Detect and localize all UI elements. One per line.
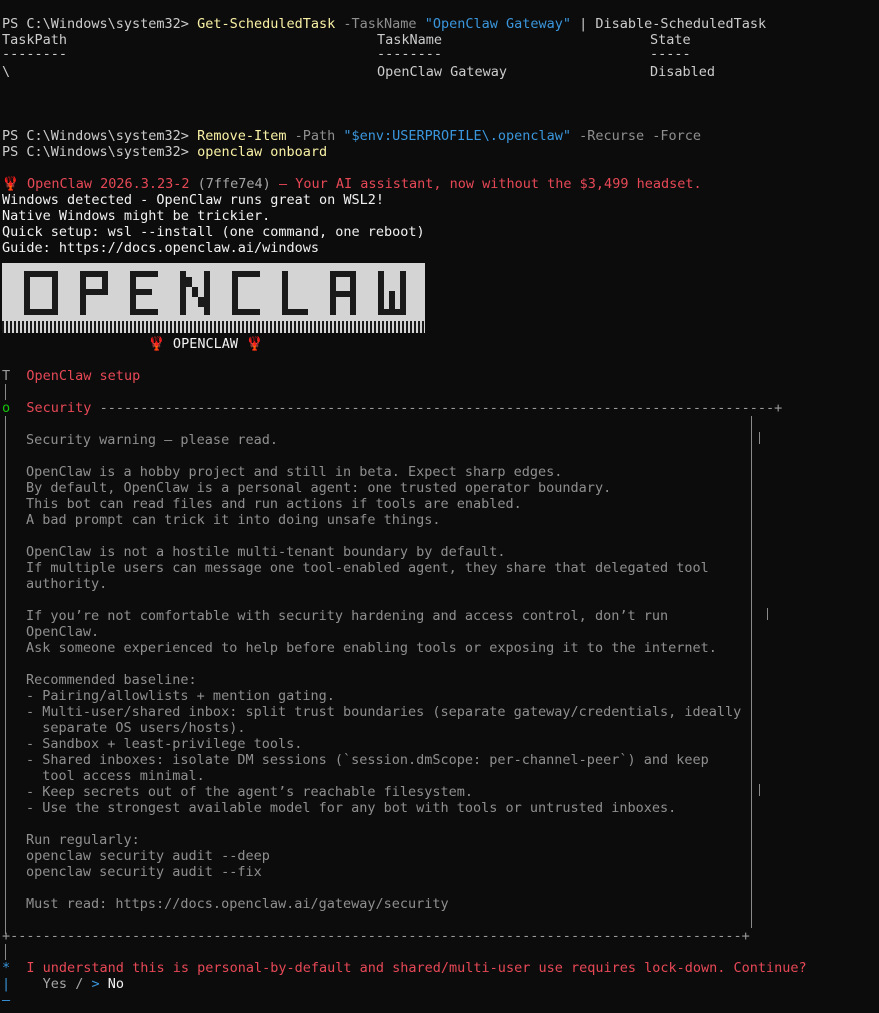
tree-bar: |: [2, 976, 11, 992]
windows-note-2: Native Windows might be trickier.: [2, 208, 271, 224]
option-yes[interactable]: Yes: [43, 976, 67, 992]
version: OpenClaw 2026.3.23-2: [26, 176, 190, 192]
table-dash-1: --------: [2, 46, 68, 62]
banner-caption: 🦞 OPENCLAW 🦞: [148, 336, 263, 352]
security-line: - Multi-user/shared inbox: split trust b…: [26, 704, 742, 720]
box-top-border: ----------------------------------------…: [99, 400, 783, 416]
table-dash-3: -----: [650, 46, 691, 62]
security-line: This bot can read files and run actions …: [26, 496, 522, 512]
cmdlet: openclaw onboard: [197, 144, 328, 160]
tree-line-2: [5, 944, 6, 960]
command-line-3: PS C:\Windows\system32> openclaw onboard: [2, 128, 327, 160]
security-line: - Keep secrets out of the agent’s reacha…: [26, 784, 474, 800]
security-line: separate OS users/hosts).: [26, 720, 246, 736]
security-line: Recommended baseline:: [26, 672, 197, 688]
string-arg: "OpenClaw Gateway": [424, 16, 571, 32]
security-line: If multiple users can message one tool-e…: [26, 560, 709, 576]
security-line: - Sandbox + least-privilege tools.: [26, 736, 303, 752]
table-cell-taskpath: \: [2, 64, 11, 80]
security-line: OpenClaw.: [26, 624, 100, 640]
table-dash-2: --------: [377, 46, 443, 62]
selection-cursor: >: [91, 976, 100, 992]
option-no[interactable]: No: [108, 976, 124, 992]
prompt-end: —: [2, 992, 11, 1008]
banner-bottom-pattern: [2, 321, 425, 333]
security-line: openclaw security audit --deep: [26, 848, 270, 864]
openclaw-title-line: 🦞 OpenClaw 2026.3.23-2 (7ffe7e4) — Your …: [2, 160, 702, 192]
tagline: — Your AI assistant, now without the $3,…: [278, 176, 702, 192]
setup-title: OpenClaw setup: [26, 368, 141, 384]
step-marker-icon: o: [2, 400, 11, 416]
confirm-question: I understand this is personal-by-default…: [26, 960, 807, 976]
security-line: - Use the strongest available model for …: [26, 800, 677, 816]
security-line: - Shared inboxes: isolate DM sessions (`…: [26, 752, 709, 768]
security-line: Security warning — please read.: [26, 432, 278, 448]
security-line: Run regularly:: [26, 832, 140, 848]
security-line: Must read: https://docs.openclaw.ai/gate…: [26, 896, 449, 912]
box-right-artifact-3: [759, 784, 760, 796]
cmdlet: Get-ScheduledTask: [197, 16, 336, 32]
commit-hash: (7ffe7e4): [197, 176, 271, 192]
security-line: Ask someone experienced to help before e…: [26, 640, 717, 656]
active-step-marker: *: [2, 960, 11, 976]
security-line: If you’re not comfortable with security …: [26, 608, 669, 624]
prompt: PS C:\Windows\system32>: [2, 144, 189, 160]
setup-line: T OpenClaw setup: [2, 368, 140, 384]
tree-top-glyph: T: [2, 368, 11, 384]
params: -Recurse -Force: [579, 128, 702, 144]
security-line: tool access minimal.: [26, 768, 205, 784]
command-line-2: PS C:\Windows\system32> Remove-Item -Pat…: [2, 112, 701, 144]
security-line: OpenClaw is not a hostile multi-tenant b…: [26, 544, 506, 560]
box-left-border: [5, 416, 6, 934]
string-arg: "$env:USERPROFILE\.openclaw": [343, 128, 571, 144]
lobster-icon: 🦞: [2, 176, 19, 192]
tree-line: [5, 384, 6, 400]
command-line-1: PS C:\Windows\system32> Get-ScheduledTas…: [2, 0, 766, 32]
security-line: OpenClaw is a hobby project and still in…: [26, 464, 563, 480]
prompt: PS C:\Windows\system32>: [2, 16, 189, 32]
box-right-artifact-2: [767, 608, 768, 620]
box-bottom-border: +---------------------------------------…: [2, 928, 750, 944]
windows-note-1: Windows detected - OpenClaw runs great o…: [2, 192, 385, 208]
confirm-question-line: * I understand this is personal-by-defau…: [2, 960, 807, 976]
table-cell-state: Disabled: [650, 64, 716, 80]
box-right-border: [751, 416, 752, 928]
pipe-cmd: | Disable-ScheduledTask: [579, 16, 767, 32]
security-header: o Security -----------------------------…: [2, 400, 782, 416]
banner-art: [24, 271, 406, 315]
windows-note-3: Quick setup: wsl --install (one command,…: [2, 224, 425, 240]
security-line: By default, OpenClaw is a personal agent…: [26, 480, 612, 496]
openclaw-ascii-banner: [2, 263, 425, 333]
security-line: openclaw security audit --fix: [26, 864, 262, 880]
confirm-options: | Yes / > No: [2, 976, 124, 992]
option-separator: /: [75, 976, 84, 992]
table-cell-taskname: OpenClaw Gateway: [377, 64, 508, 80]
security-line: A bad prompt can trick it into doing uns…: [26, 512, 441, 528]
security-line: authority.: [26, 576, 108, 592]
param: -TaskName: [343, 16, 417, 32]
windows-guide: Guide: https://docs.openclaw.ai/windows: [2, 240, 319, 256]
box-right-artifact-1: [759, 432, 760, 444]
security-line: - Pairing/allowlists + mention gating.: [26, 688, 335, 704]
security-title: Security: [26, 400, 92, 416]
